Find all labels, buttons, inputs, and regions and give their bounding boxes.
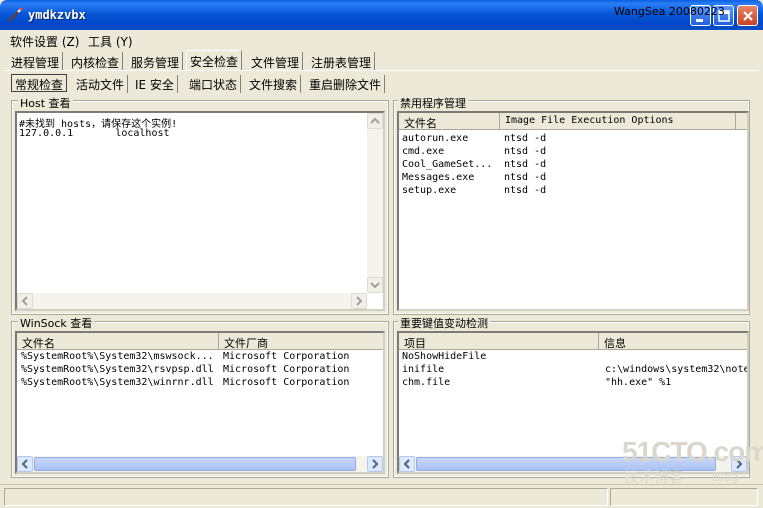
row-filename: %SystemRoot%\System32\rsvpsp.dll bbox=[21, 364, 214, 375]
arrow-left-icon bbox=[403, 459, 410, 469]
subtab-general-check[interactable]: 常规检查 bbox=[11, 74, 68, 92]
host-horizontal-scrollbar[interactable] bbox=[17, 293, 367, 309]
row-info: "hh.exe" %1 bbox=[605, 377, 672, 388]
subtab-reboot-delete[interactable]: 重启删除文件 bbox=[306, 75, 386, 93]
tab-security-check[interactable]: 安全检查 bbox=[186, 50, 243, 71]
banned-programs-list[interactable]: 文件名 Image File Execution Options autorun… bbox=[397, 111, 749, 311]
row-option: ntsd -d bbox=[504, 133, 547, 144]
arrow-right-icon bbox=[372, 459, 379, 469]
row-filename: Cool_GameSet... bbox=[402, 159, 493, 170]
scroll-right-button[interactable] bbox=[367, 456, 383, 472]
row-filename: setup.exe bbox=[402, 185, 457, 196]
scroll-left-button[interactable] bbox=[17, 456, 33, 472]
row-info: c:\windows\system32\note bbox=[605, 364, 749, 375]
wand-icon bbox=[8, 7, 23, 22]
tab-divider bbox=[4, 70, 759, 71]
scroll-thumb[interactable] bbox=[34, 457, 356, 471]
tab-process-manager[interactable]: 进程管理 bbox=[8, 52, 64, 71]
host-text-area[interactable]: #未找到 hosts，请保存这个实例! 127.0.0.1 localhost bbox=[15, 111, 385, 311]
host-group-title: Host 查看 bbox=[18, 95, 73, 111]
winsock-group-title: WinSock 查看 bbox=[18, 315, 95, 331]
row-filename: autorun.exe bbox=[402, 133, 469, 144]
watermark-blog: Blog bbox=[712, 470, 739, 484]
menu-tools[interactable]: 工具 (Y) bbox=[88, 33, 133, 50]
scroll-down-button[interactable] bbox=[367, 277, 383, 293]
arrow-down-icon bbox=[370, 282, 380, 289]
row-filename: %SystemRoot%\System32\winrnr.dll bbox=[21, 377, 214, 388]
row-option: ntsd -d bbox=[504, 159, 547, 170]
winsock-horizontal-scrollbar[interactable] bbox=[17, 456, 383, 472]
banned-programs-title: 禁用程序管理 bbox=[398, 95, 468, 111]
row-vendor: Microsoft Corporation bbox=[223, 364, 350, 375]
column-header-vendor[interactable]: 文件厂商 bbox=[219, 333, 383, 350]
column-header-info[interactable]: 信息 bbox=[599, 333, 747, 350]
subtab-ie-security[interactable]: IE 安全 bbox=[132, 75, 178, 93]
row-option: ntsd -d bbox=[504, 172, 547, 183]
status-author-text: WangSea 20080223 bbox=[614, 5, 725, 18]
scroll-left-button[interactable] bbox=[399, 456, 415, 472]
close-icon bbox=[743, 11, 753, 21]
status-bar bbox=[0, 484, 763, 508]
row-vendor: Microsoft Corporation bbox=[223, 351, 350, 362]
arrow-up-icon bbox=[370, 117, 380, 124]
host-vertical-scrollbar[interactable] bbox=[367, 113, 383, 293]
menu-software-settings[interactable]: 软件设置 (Z) bbox=[10, 33, 79, 50]
host-line: 127.0.0.1 localhost bbox=[19, 128, 170, 139]
column-header-ifeo[interactable]: Image File Execution Options bbox=[500, 113, 736, 130]
row-item: NoShowHideFile bbox=[402, 351, 487, 362]
tab-file-manager[interactable]: 文件管理 bbox=[248, 52, 304, 71]
menu-bar: 软件设置 (Z) 工具 (Y) bbox=[4, 30, 759, 50]
arrow-left-icon bbox=[21, 296, 28, 306]
row-item: chm.file bbox=[402, 377, 451, 388]
scroll-up-button[interactable] bbox=[367, 113, 383, 129]
tab-kernel-check[interactable]: 内核检查 bbox=[68, 52, 124, 71]
arrow-left-icon bbox=[21, 459, 28, 469]
subtab-active-files[interactable]: 活动文件 bbox=[73, 75, 129, 93]
row-filename: %SystemRoot%\System32\mswsock... bbox=[21, 351, 214, 362]
row-option: ntsd -d bbox=[504, 185, 547, 196]
column-header-filename[interactable]: 文件名 bbox=[399, 113, 500, 130]
column-header-filler bbox=[736, 113, 747, 130]
scroll-right-button[interactable] bbox=[351, 293, 367, 309]
close-button[interactable] bbox=[737, 5, 758, 26]
status-cell-main bbox=[4, 488, 608, 506]
subtab-file-search[interactable]: 文件搜索 bbox=[246, 75, 302, 93]
row-vendor: Microsoft Corporation bbox=[223, 377, 350, 388]
window-title: ymdkzvbx bbox=[28, 8, 86, 22]
key-changes-title: 重要键值变动检测 bbox=[398, 315, 490, 331]
winsock-list[interactable]: 文件名 文件厂商 %SystemRoot%\System32\mswsock..… bbox=[15, 331, 385, 474]
status-cell-author bbox=[610, 488, 758, 506]
tab-service-manager[interactable]: 服务管理 bbox=[128, 52, 184, 71]
row-option: ntsd -d bbox=[504, 146, 547, 157]
row-filename: Messages.exe bbox=[402, 172, 475, 183]
subtab-port-status[interactable]: 端口状态 bbox=[186, 75, 242, 93]
column-header-filename[interactable]: 文件名 bbox=[17, 333, 219, 350]
watermark-logo: 51CTO.com bbox=[622, 436, 763, 467]
scroll-left-button[interactable] bbox=[17, 293, 33, 309]
column-header-item[interactable]: 项目 bbox=[399, 333, 599, 350]
arrow-right-icon bbox=[356, 296, 363, 306]
tab-registry-manager[interactable]: 注册表管理 bbox=[308, 52, 376, 71]
row-filename: cmd.exe bbox=[402, 146, 445, 157]
row-item: inifile bbox=[402, 364, 445, 375]
